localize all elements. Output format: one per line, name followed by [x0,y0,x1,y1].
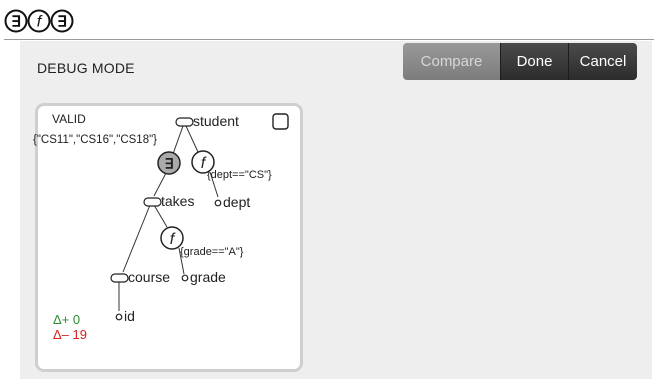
svg-text:∃: ∃ [57,14,66,31]
edge-takes-course [122,204,151,273]
node-label-grade[interactable]: grade [190,269,226,285]
toolbar: Compare Done Cancel [403,43,637,80]
exists-logo-icon: ∃ [4,9,28,33]
query-status: VALID [52,112,86,126]
debug-panel: DEBUG MODE Compare Done Cancel VALID stu… [20,41,652,379]
node-label-dept[interactable]: dept [223,194,250,210]
svg-text:∃: ∃ [11,14,20,31]
svg-text:f: f [37,14,43,31]
compare-button[interactable]: Compare [403,43,501,80]
dept-filter-annotation: {dept=="CS"} [207,169,272,181]
grade-filter-annotation: {grade=="A"} [180,246,244,258]
exists-operator-icon[interactable]: ∃ [157,151,181,175]
cancel-button[interactable]: Cancel [569,43,637,80]
select-checkbox[interactable] [272,113,289,130]
node-label-takes[interactable]: takes [161,193,194,209]
done-button[interactable]: Done [501,43,569,80]
debug-mode-label: DEBUG MODE [37,60,135,76]
node-handle-grade[interactable] [181,274,189,282]
query-card[interactable]: VALID student {"CS11","CS16","CS18"} ∃ f… [33,103,303,372]
exists-logo-icon-2: ∃ [50,9,74,33]
node-handle-id[interactable] [115,313,123,321]
node-handle-takes[interactable] [143,197,162,207]
node-handle-dept[interactable] [214,199,222,207]
node-label-id[interactable]: id [124,308,135,324]
node-handle-student[interactable] [175,117,194,127]
edge-student-filter [185,125,199,153]
node-handle-course[interactable] [110,273,129,283]
node-label-course[interactable]: course [128,269,170,285]
node-label-student[interactable]: student [193,113,239,129]
app-logo: ∃ f ∃ [4,9,74,33]
query-tree: VALID student {"CS11","CS16","CS18"} ∃ f… [33,112,289,342]
delta-minus: Δ– 19 [53,327,87,342]
header-divider [4,39,654,40]
edge-student-exists [172,125,184,155]
svg-text:∃: ∃ [165,156,174,172]
function-logo-icon: f [27,9,51,33]
course-values-annotation: {"CS11","CS16","CS18"} [33,134,157,146]
delta-plus: Δ+ 0 [53,312,80,327]
